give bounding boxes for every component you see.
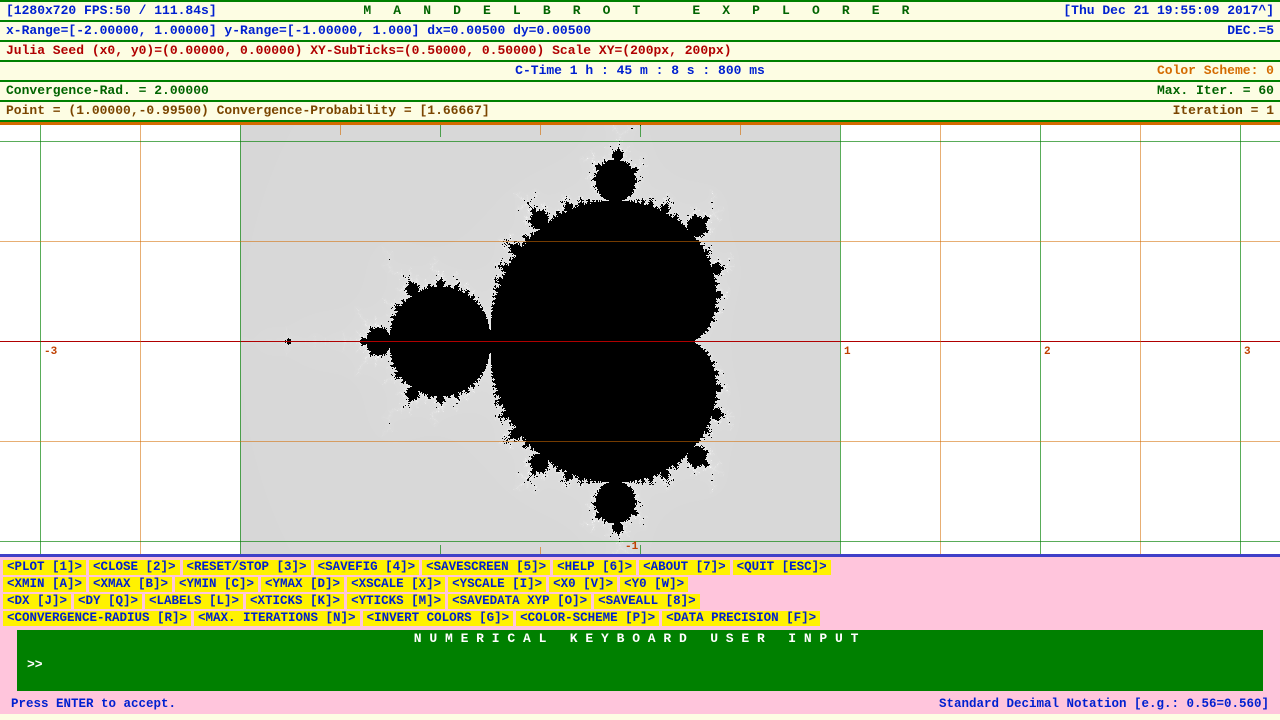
grid-h — [0, 541, 1280, 542]
command-button[interactable]: <PLOT [1]> — [3, 560, 86, 575]
clock: [Thu Dec 21 19:55:09 2017^] — [1063, 3, 1274, 19]
tick-label: -3 — [44, 346, 57, 358]
grid-v — [840, 125, 841, 554]
command-button[interactable]: <SAVESCREEN [5]> — [422, 560, 550, 575]
tick — [340, 125, 341, 135]
command-row: <XMIN [A]><XMAX [B]><YMIN [C]><YMAX [D]>… — [3, 577, 1277, 594]
command-button[interactable]: <QUIT [ESC]> — [733, 560, 831, 575]
command-button[interactable]: <SAVEFIG [4]> — [314, 560, 420, 575]
subgrid-v — [1140, 125, 1141, 554]
range-bar: x-Range=[-2.00000, 1.00000] y-Range=[-1.… — [0, 22, 1280, 42]
command-row: <CONVERGENCE-RADIUS [R]><MAX. ITERATIONS… — [3, 611, 1277, 628]
command-row: <PLOT [1]><CLOSE [2]><RESET/STOP [3]><SA… — [3, 560, 1277, 577]
command-button[interactable]: <RESET/STOP [3]> — [183, 560, 311, 575]
subgrid-h — [0, 441, 1280, 442]
command-button[interactable]: <YSCALE [I]> — [448, 577, 546, 592]
fps-stats: [1280x720 FPS:50 / 111.84s] — [6, 3, 217, 19]
command-button[interactable]: <SAVEALL [8]> — [594, 594, 700, 609]
convergence-radius: Convergence-Rad. = 2.00000 — [6, 83, 209, 99]
x-axis — [0, 341, 1280, 342]
xy-range: x-Range=[-2.00000, 1.00000] y-Range=[-1.… — [6, 23, 591, 39]
subgrid-v — [140, 125, 141, 554]
command-button[interactable]: <XTICKS [K]> — [246, 594, 344, 609]
command-button[interactable]: <XSCALE [X]> — [347, 577, 445, 592]
tick-label: -1 — [625, 541, 638, 553]
numeric-input[interactable]: >> — [17, 647, 1263, 691]
command-button[interactable]: <COLOR-SCHEME [P]> — [516, 611, 659, 626]
grid-v — [40, 125, 41, 554]
subgrid-h — [0, 241, 1280, 242]
command-button[interactable]: <XMAX [B]> — [89, 577, 172, 592]
app-title: M A N D E L B R O T E X P L O R E R — [363, 3, 916, 19]
command-row: <DX [J]><DY [Q]><LABELS [L]><XTICKS [K]>… — [3, 594, 1277, 611]
command-button[interactable]: <HELP [6]> — [553, 560, 636, 575]
command-button[interactable]: <YMIN [C]> — [175, 577, 258, 592]
tick — [740, 125, 741, 135]
prompt: >> — [27, 657, 43, 672]
subgrid-v — [940, 125, 941, 554]
command-button[interactable]: <DX [J]> — [3, 594, 71, 609]
command-button[interactable]: <DATA PRECISION [F]> — [662, 611, 820, 626]
command-button[interactable]: <CONVERGENCE-RADIUS [R]> — [3, 611, 191, 626]
tick — [640, 125, 641, 137]
timing-bar: C-Time 1 h : 45 m : 8 s : 800 ms Color S… — [0, 62, 1280, 82]
command-button[interactable]: <Y0 [W]> — [620, 577, 688, 592]
command-button[interactable]: <SAVEDATA XYP [O]> — [448, 594, 591, 609]
grid-h — [0, 141, 1280, 142]
point-bar: Point = (1.00000,-0.99500) Convergence-P… — [0, 102, 1280, 122]
color-scheme: Color Scheme: 0 — [1157, 63, 1274, 79]
command-button[interactable]: <ABOUT [7]> — [639, 560, 730, 575]
tick — [540, 125, 541, 135]
command-button[interactable]: <X0 [V]> — [549, 577, 617, 592]
convergence-bar: Convergence-Rad. = 2.00000 Max. Iter. = … — [0, 82, 1280, 102]
iteration-count: Iteration = 1 — [1173, 103, 1274, 119]
input-heading: NUMERICAL KEYBOARD USER INPUT — [17, 630, 1263, 647]
notation-hint: Standard Decimal Notation [e.g.: 0.56=0.… — [939, 697, 1269, 711]
footer-panel: <PLOT [1]><CLOSE [2]><RESET/STOP [3]><SA… — [0, 554, 1280, 714]
grid-v — [240, 125, 241, 554]
tick-label: 2 — [1044, 346, 1051, 358]
compute-time: C-Time 1 h : 45 m : 8 s : 800 ms — [515, 63, 765, 79]
max-iterations: Max. Iter. = 60 — [1157, 83, 1274, 99]
hint-row: Press ENTER to accept. Standard Decimal … — [3, 695, 1277, 713]
cursor-point: Point = (1.00000,-0.99500) Convergence-P… — [6, 103, 490, 119]
command-button[interactable]: <MAX. ITERATIONS [N]> — [194, 611, 360, 626]
julia-seed: Julia Seed (x0, y0)=(0.00000, 0.00000) X… — [6, 43, 732, 59]
grid-v — [1040, 125, 1041, 554]
julia-bar: Julia Seed (x0, y0)=(0.00000, 0.00000) X… — [0, 42, 1280, 62]
precision: DEC.=5 — [1227, 23, 1274, 39]
command-button[interactable]: <YTICKS [M]> — [347, 594, 445, 609]
command-button[interactable]: <DY [Q]> — [74, 594, 142, 609]
tick-label: 3 — [1244, 346, 1251, 358]
status-bar: [1280x720 FPS:50 / 111.84s] M A N D E L … — [0, 0, 1280, 22]
command-button[interactable]: <LABELS [L]> — [145, 594, 243, 609]
plot-canvas[interactable]: -3 1 2 3 -1 — [0, 122, 1280, 554]
grid-v — [1240, 125, 1241, 554]
enter-hint: Press ENTER to accept. — [11, 697, 176, 711]
tick — [440, 125, 441, 137]
command-button[interactable]: <INVERT COLORS [G]> — [363, 611, 514, 626]
tick-label: 1 — [844, 346, 851, 358]
command-button[interactable]: <YMAX [D]> — [261, 577, 344, 592]
command-button[interactable]: <CLOSE [2]> — [89, 560, 180, 575]
command-button[interactable]: <XMIN [A]> — [3, 577, 86, 592]
